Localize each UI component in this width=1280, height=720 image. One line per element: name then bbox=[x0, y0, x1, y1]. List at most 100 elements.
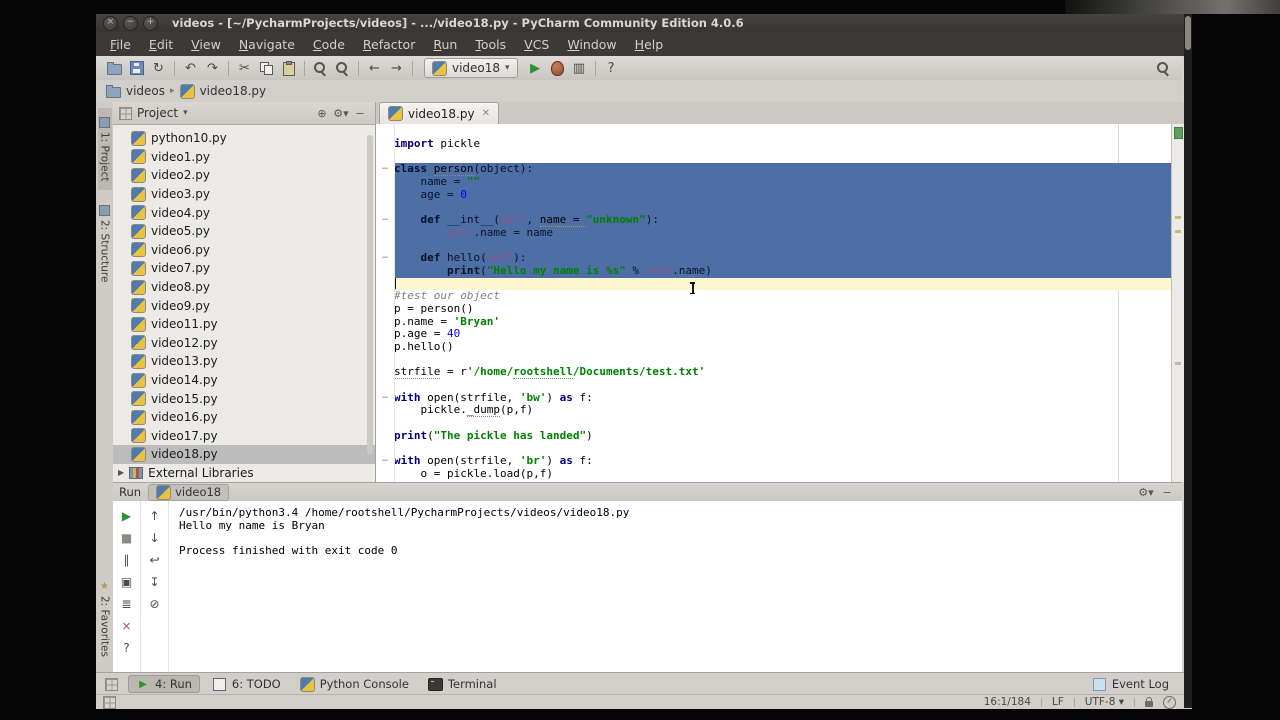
tree-item-external-libraries[interactable]: ▶ External Libraries bbox=[113, 464, 375, 483]
breadcrumb-videos[interactable]: videos bbox=[106, 84, 165, 98]
clear-all-icon[interactable]: ⊘ bbox=[145, 594, 165, 613]
code-line[interactable]: age = 0 bbox=[376, 188, 1184, 202]
save-all-icon[interactable] bbox=[126, 58, 147, 78]
tree-item-video5-py[interactable]: video5.py bbox=[113, 222, 375, 241]
synchronize-icon[interactable]: ↻ bbox=[148, 58, 169, 78]
menu-help[interactable]: Help bbox=[626, 34, 673, 55]
warning-tick[interactable] bbox=[1175, 216, 1181, 219]
editor-tab-video18[interactable]: video18.py ✕ bbox=[379, 102, 499, 124]
line-ending-indicator[interactable]: LF bbox=[1052, 696, 1064, 708]
window-scrollbar[interactable] bbox=[1184, 14, 1192, 708]
fold-marker-icon[interactable]: − bbox=[376, 163, 394, 176]
soft-wrap-icon[interactable]: ↩ bbox=[145, 550, 165, 569]
code-editor[interactable]: import pickle − class person(object): name… bbox=[376, 124, 1184, 482]
code-line[interactable]: import pickle bbox=[376, 137, 1184, 151]
restore-layout-icon[interactable]: ▣ bbox=[117, 572, 137, 591]
tree-item-video15-py[interactable]: video15.py bbox=[113, 389, 375, 408]
error-stripe[interactable] bbox=[1171, 124, 1184, 482]
tree-item-video14-py[interactable]: video14.py bbox=[113, 371, 375, 390]
menu-window[interactable]: Window bbox=[558, 34, 625, 55]
tree-item-video4-py[interactable]: video4.py bbox=[113, 203, 375, 222]
fold-marker-icon[interactable]: − bbox=[376, 392, 394, 405]
tree-item-video1-py[interactable]: video1.py bbox=[113, 148, 375, 167]
menu-run[interactable]: Run bbox=[424, 34, 466, 55]
scrollbar-thumb[interactable] bbox=[1185, 16, 1191, 50]
run-tab-video18[interactable]: video18 bbox=[148, 483, 230, 501]
fold-marker-icon[interactable]: − bbox=[376, 214, 394, 227]
close-icon[interactable]: × bbox=[117, 616, 137, 635]
up-stack-trace-icon[interactable]: ↑ bbox=[145, 506, 165, 525]
close-button[interactable]: × bbox=[103, 15, 118, 31]
strip-tab-1-Project[interactable]: 1: Project bbox=[97, 108, 112, 191]
close-tab-icon[interactable]: ✕ bbox=[482, 108, 490, 119]
code-line[interactable]: name = "" bbox=[376, 175, 1184, 189]
rerun-icon[interactable]: ▶ bbox=[117, 506, 137, 525]
scroll-to-end-icon[interactable]: ↧ bbox=[145, 572, 165, 591]
project-tree-scrollbar[interactable] bbox=[367, 135, 373, 455]
back-icon[interactable]: ← bbox=[364, 58, 385, 78]
pause-output-icon[interactable]: ∥ bbox=[117, 550, 137, 569]
tree-item-video11-py[interactable]: video11.py bbox=[113, 315, 375, 334]
tree-item-video8-py[interactable]: video8.py bbox=[113, 278, 375, 297]
menu-code[interactable]: Code bbox=[304, 34, 354, 55]
tool-window-switcher-icon[interactable] bbox=[101, 674, 122, 694]
toolwindow-button-Event-Log[interactable]: Event Log bbox=[1086, 676, 1176, 692]
warning-tick[interactable] bbox=[1175, 362, 1181, 365]
toolwindow-button-4-Run[interactable]: ▶ 4: Run bbox=[128, 675, 200, 693]
tree-item-video12-py[interactable]: video12.py bbox=[113, 334, 375, 353]
code-line[interactable]: p.name = 'Bryan' bbox=[376, 315, 1184, 329]
run-icon[interactable]: ▶ bbox=[525, 58, 546, 78]
code-line[interactable]: print("The pickle has landed") bbox=[376, 429, 1184, 443]
menu-edit[interactable]: Edit bbox=[140, 34, 182, 55]
minimize-icon[interactable]: − bbox=[1158, 485, 1176, 500]
breadcrumb-video18-py[interactable]: video18.py bbox=[179, 83, 266, 99]
coverage-icon[interactable]: ▥ bbox=[569, 58, 590, 78]
menu-tools[interactable]: Tools bbox=[466, 34, 515, 55]
code-line[interactable]: p.hello() bbox=[376, 340, 1184, 354]
caret-position[interactable]: 16:1/184 bbox=[984, 696, 1031, 708]
stop-icon[interactable]: ■ bbox=[117, 528, 137, 547]
tree-item-video3-py[interactable]: video3.py bbox=[113, 185, 375, 204]
tree-item-video9-py[interactable]: video9.py bbox=[113, 296, 375, 315]
print-icon[interactable]: ≣ bbox=[117, 594, 137, 613]
menu-refactor[interactable]: Refactor bbox=[354, 34, 424, 55]
toolwindow-button-Terminal[interactable]: Terminal bbox=[422, 676, 504, 692]
inspections-profile-icon[interactable] bbox=[1163, 695, 1176, 709]
copy-icon[interactable] bbox=[256, 58, 277, 78]
project-panel-title-group[interactable]: Project ▾ bbox=[119, 106, 188, 120]
project-tree[interactable]: python10.py video1.py video2.py video3.py vi… bbox=[113, 125, 375, 486]
code-line[interactable]: pickle._dump(p,f) bbox=[376, 403, 1184, 418]
locate-icon[interactable]: ⊕ bbox=[313, 103, 331, 123]
lock-icon[interactable] bbox=[1145, 697, 1153, 707]
find-icon[interactable] bbox=[310, 58, 331, 78]
replace-icon[interactable] bbox=[332, 58, 353, 78]
forward-icon[interactable]: → bbox=[386, 58, 407, 78]
strip-tab-2-Favorites[interactable]: ★ 2: Favorites bbox=[98, 572, 112, 666]
code-line[interactable]: strfile = r'/home/rootshell/Documents/te… bbox=[376, 365, 1184, 380]
undo-icon[interactable]: ↶ bbox=[180, 58, 201, 78]
tree-item-video16-py[interactable]: video16.py bbox=[113, 408, 375, 427]
paste-icon[interactable] bbox=[278, 58, 299, 78]
down-stack-trace-icon[interactable]: ↓ bbox=[145, 528, 165, 547]
code-line[interactable]: #test our object bbox=[376, 289, 1184, 303]
toolwindow-button-6-TODO[interactable]: 6: TODO bbox=[206, 676, 288, 692]
tree-item-video6-py[interactable]: video6.py bbox=[113, 241, 375, 260]
menu-vcs[interactable]: VCS bbox=[515, 34, 558, 55]
code-line[interactable]: self.name = name bbox=[376, 226, 1184, 240]
menu-navigate[interactable]: Navigate bbox=[230, 34, 304, 55]
toolwindow-button-Python-Console[interactable]: Python Console bbox=[294, 676, 416, 692]
cut-icon[interactable]: ✂ bbox=[234, 58, 255, 78]
menu-view[interactable]: View bbox=[182, 34, 230, 55]
tree-item-video18-py[interactable]: video18.py bbox=[113, 445, 375, 464]
tree-item-video17-py[interactable]: video17.py bbox=[113, 427, 375, 446]
settings-gear-icon[interactable]: ⚙▾ bbox=[1137, 485, 1155, 500]
menu-file[interactable]: File bbox=[101, 34, 140, 55]
debug-icon[interactable] bbox=[547, 58, 568, 78]
statusbar-toggle-icon[interactable] bbox=[102, 695, 117, 709]
code-line[interactable]: o = pickle.load(p,f) bbox=[376, 467, 1184, 481]
warning-tick[interactable] bbox=[1175, 230, 1181, 233]
titlebar[interactable]: × − + videos - [~/PycharmProjects/videos] … bbox=[96, 14, 1192, 32]
fold-marker-icon[interactable]: − bbox=[376, 252, 394, 265]
help-icon[interactable]: ? bbox=[601, 58, 622, 78]
tree-item-python10-py[interactable]: python10.py bbox=[113, 129, 375, 148]
